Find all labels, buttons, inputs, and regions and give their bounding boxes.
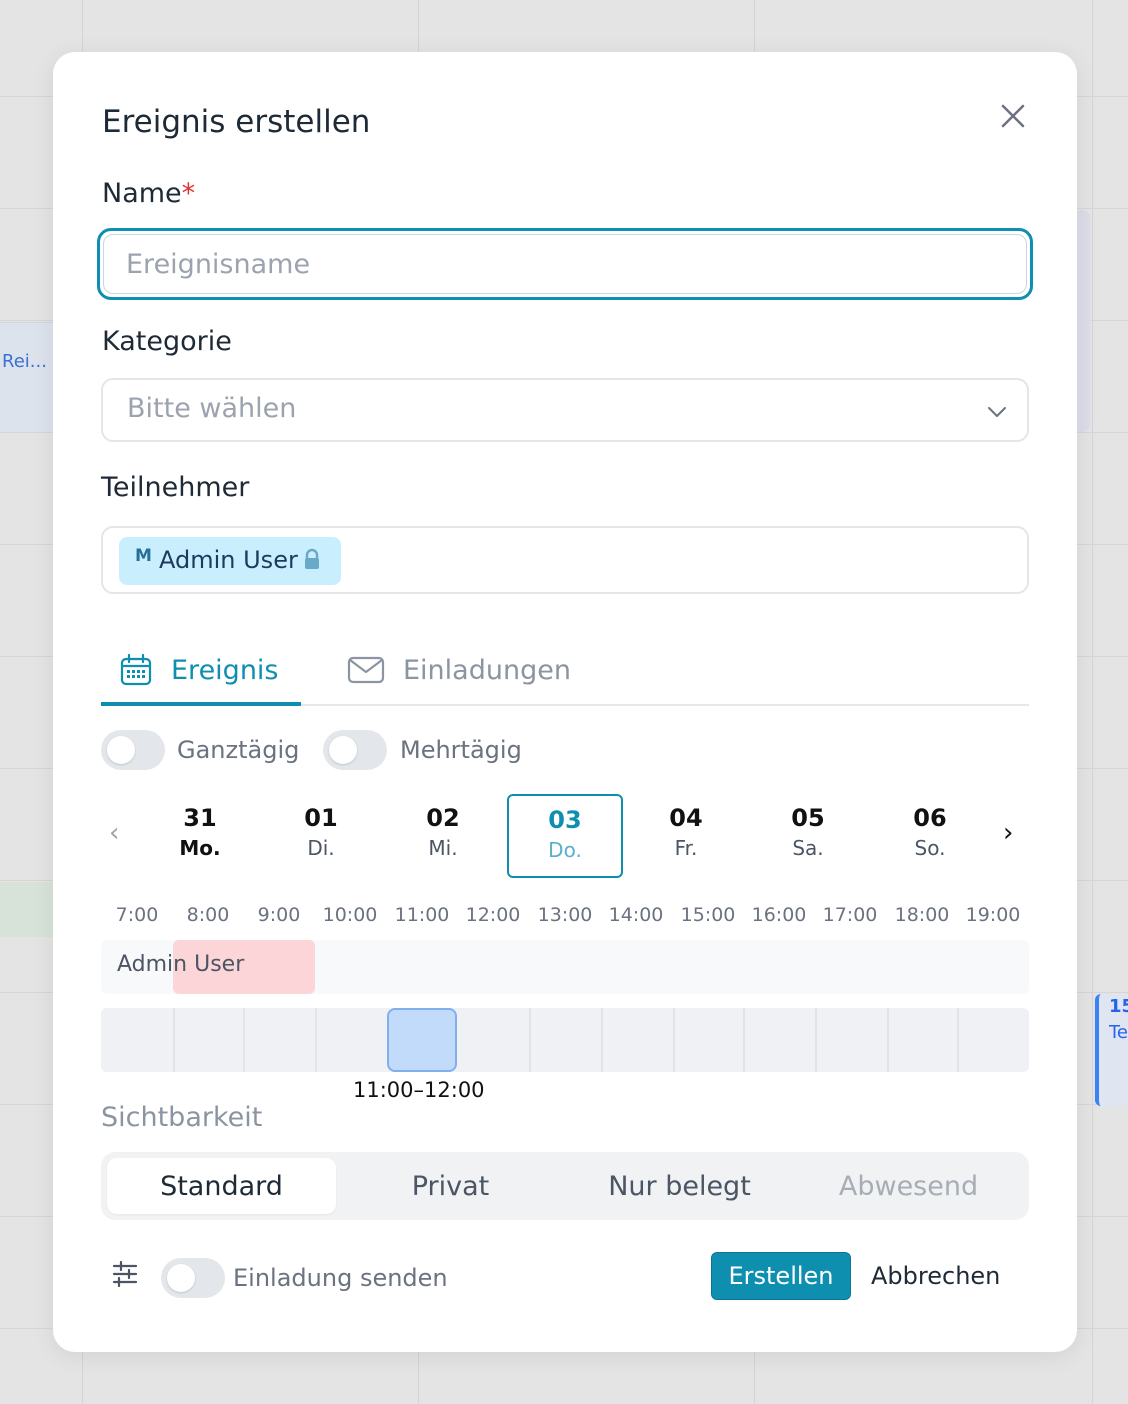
hour-label: 10:00 xyxy=(322,904,378,926)
cancel-button[interactable]: Abbrechen xyxy=(871,1262,1000,1290)
slot-divider xyxy=(743,1008,745,1072)
day-number: 06 xyxy=(913,804,947,832)
slot-divider xyxy=(673,1008,675,1072)
day-item[interactable]: 01 Di. xyxy=(263,794,379,878)
chevron-down-icon xyxy=(988,407,1006,417)
grid-line xyxy=(1092,0,1093,1404)
day-name: Mo. xyxy=(179,836,221,860)
multi-day-toggle[interactable] xyxy=(323,730,387,770)
category-placeholder: Bitte wählen xyxy=(127,393,297,424)
day-name: Mi. xyxy=(428,836,458,860)
name-label: Name* xyxy=(102,178,195,209)
send-invite-toggle[interactable] xyxy=(161,1258,225,1298)
hour-label: 18:00 xyxy=(894,904,950,926)
day-name: Fr. xyxy=(674,836,698,860)
create-event-dialog: Ereignis erstellen Name* Kategorie Bitte… xyxy=(53,52,1077,1352)
day-item[interactable]: 04 Fr. xyxy=(628,794,744,878)
availability-user-label: Admin User xyxy=(117,952,245,977)
time-slot-track[interactable] xyxy=(101,1008,1029,1072)
slot-divider xyxy=(243,1008,245,1072)
day-name: Do. xyxy=(548,838,582,862)
slot-divider xyxy=(315,1008,317,1072)
participant-initial: M xyxy=(135,546,152,566)
background-event[interactable]: Rei... xyxy=(0,322,60,432)
background-event-label: Rei... xyxy=(2,351,47,372)
category-label: Kategorie xyxy=(102,326,232,357)
background-event[interactable]: 15 Te xyxy=(1095,994,1128,1106)
background-event-label: Te xyxy=(1109,1022,1128,1043)
visibility-label: Sichtbarkeit xyxy=(101,1102,263,1133)
day-number: 01 xyxy=(304,804,338,832)
day-item[interactable]: 02 Mi. xyxy=(385,794,501,878)
create-button[interactable]: Erstellen xyxy=(711,1252,851,1300)
tab-event-label: Ereignis xyxy=(171,654,279,686)
category-select[interactable]: Bitte wählen xyxy=(101,378,1029,442)
tab-invitations-label: Einladungen xyxy=(403,654,571,686)
background-event xyxy=(0,882,60,937)
envelope-icon xyxy=(347,656,385,684)
day-item[interactable]: 05 Sa. xyxy=(750,794,866,878)
hour-label: 7:00 xyxy=(115,904,159,926)
slot-divider xyxy=(173,1008,175,1072)
close-icon[interactable] xyxy=(999,102,1027,130)
slot-divider xyxy=(957,1008,959,1072)
day-number: 02 xyxy=(426,804,460,832)
name-input[interactable] xyxy=(104,235,1026,293)
sliders-icon[interactable] xyxy=(111,1260,139,1288)
day-name: So. xyxy=(914,836,946,860)
hour-label: 11:00 xyxy=(394,904,450,926)
prev-week-button[interactable]: ‹ xyxy=(109,818,119,848)
slot-divider xyxy=(887,1008,889,1072)
slot-divider xyxy=(815,1008,817,1072)
slot-divider xyxy=(601,1008,603,1072)
visibility-option-busy-only[interactable]: Nur belegt xyxy=(565,1158,794,1214)
hour-label: 16:00 xyxy=(751,904,807,926)
visibility-option-standard[interactable]: Standard xyxy=(107,1158,336,1214)
all-day-toggle[interactable] xyxy=(101,730,165,770)
background-event-day: 15 xyxy=(1109,996,1128,1017)
visibility-option-absent[interactable]: Abwesend xyxy=(794,1158,1023,1214)
calendar-icon xyxy=(120,653,152,686)
selected-time-slot[interactable] xyxy=(387,1008,457,1072)
participant-name: Admin User xyxy=(159,546,298,574)
hour-label: 12:00 xyxy=(465,904,521,926)
active-tab-indicator xyxy=(101,702,301,706)
hour-label: 14:00 xyxy=(608,904,664,926)
visibility-segmented-control: Standard Privat Nur belegt Abwesend xyxy=(101,1152,1029,1220)
participant-tag: M Admin User xyxy=(119,537,341,585)
all-day-label: Ganztägig xyxy=(177,736,300,764)
required-mark: * xyxy=(181,178,196,209)
name-label-text: Name xyxy=(102,178,182,209)
day-item-selected[interactable]: 03 Do. xyxy=(507,794,623,878)
hour-label: 19:00 xyxy=(965,904,1021,926)
slot-divider xyxy=(529,1008,531,1072)
next-week-button[interactable]: › xyxy=(1003,818,1013,848)
dialog-title: Ereignis erstellen xyxy=(102,104,371,140)
lock-icon xyxy=(305,548,319,569)
tab-event[interactable]: Ereignis xyxy=(101,640,301,700)
day-item[interactable]: 06 So. xyxy=(872,794,988,878)
name-field[interactable] xyxy=(97,228,1033,300)
hour-label: 15:00 xyxy=(680,904,736,926)
day-number: 03 xyxy=(548,806,582,834)
send-invite-label: Einladung senden xyxy=(233,1264,448,1292)
visibility-option-private[interactable]: Privat xyxy=(336,1158,565,1214)
day-number: 04 xyxy=(669,804,703,832)
tab-invitations[interactable]: Einladungen xyxy=(347,640,607,700)
hour-label: 17:00 xyxy=(822,904,878,926)
hour-label: 8:00 xyxy=(186,904,230,926)
day-number: 05 xyxy=(791,804,825,832)
day-name: Di. xyxy=(307,836,335,860)
day-number: 31 xyxy=(183,804,217,832)
participants-field[interactable]: M Admin User xyxy=(101,526,1029,594)
selected-time-range: 11:00–12:00 xyxy=(353,1078,485,1102)
hour-label: 13:00 xyxy=(537,904,593,926)
multi-day-label: Mehrtägig xyxy=(400,736,522,764)
day-item[interactable]: 31 Mo. xyxy=(142,794,258,878)
day-name: Sa. xyxy=(792,836,824,860)
hour-label: 9:00 xyxy=(257,904,301,926)
participants-label: Teilnehmer xyxy=(101,472,250,503)
